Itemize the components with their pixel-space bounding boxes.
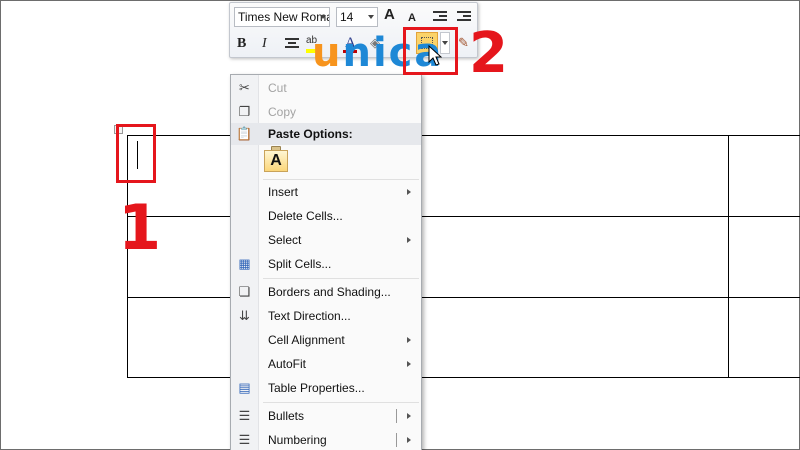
paste-keep-text-only-button[interactable]: A bbox=[264, 150, 288, 172]
chevron-down-icon bbox=[320, 15, 326, 19]
paste-options-header: 📋 Paste Options: bbox=[231, 123, 421, 145]
submenu-arrow-icon bbox=[407, 361, 411, 367]
submenu-arrow-icon bbox=[407, 237, 411, 243]
submenu-arrow-icon[interactable] bbox=[407, 437, 411, 443]
menu-separator bbox=[263, 278, 419, 279]
bullets-icon: ☰ bbox=[238, 408, 251, 423]
scissors-icon: ✂ bbox=[239, 80, 250, 95]
menu-item-label: Text Direction... bbox=[268, 309, 351, 323]
text-direction-icon: ⇊ bbox=[239, 308, 250, 323]
submenu-arrow-icon[interactable] bbox=[407, 413, 411, 419]
step1-highlight-box bbox=[116, 124, 156, 183]
chevron-down-icon bbox=[368, 15, 374, 19]
format-painter-icon[interactable]: ✎ bbox=[458, 34, 469, 52]
menu-item-cut[interactable]: ✂ Cut bbox=[231, 77, 421, 99]
logo-letter-u: u bbox=[312, 30, 343, 76]
submenu-arrow-icon bbox=[407, 189, 411, 195]
table-column-divider bbox=[728, 135, 729, 378]
menu-item-label: Borders and Shading... bbox=[268, 285, 391, 299]
menu-item-borders-shading[interactable]: ❏ Borders and Shading... bbox=[231, 281, 421, 303]
split-button-divider bbox=[396, 433, 397, 447]
menu-item-label: Numbering bbox=[268, 433, 327, 447]
mouse-pointer-icon bbox=[428, 45, 442, 66]
menu-item-table-properties[interactable]: ▤ Table Properties... bbox=[231, 377, 421, 399]
menu-item-select[interactable]: Select bbox=[231, 229, 421, 251]
table-cell-r3c1[interactable] bbox=[128, 298, 228, 377]
menu-separator bbox=[263, 402, 419, 403]
menu-item-insert[interactable]: Insert bbox=[231, 181, 421, 203]
menu-item-bullets[interactable]: ☰ Bullets bbox=[231, 405, 421, 427]
menu-item-delete-cells[interactable]: Delete Cells... bbox=[231, 205, 421, 227]
grow-font-button[interactable]: A bbox=[384, 6, 395, 24]
table-properties-icon: ▤ bbox=[238, 380, 251, 395]
menu-item-label: Cell Alignment bbox=[268, 333, 345, 347]
menu-item-label: Split Cells... bbox=[268, 257, 332, 271]
menu-item-label: Cut bbox=[268, 81, 287, 95]
font-size-value: 14 bbox=[340, 10, 354, 24]
font-size-select[interactable]: 14 bbox=[336, 7, 378, 27]
menu-item-label: Bullets bbox=[268, 409, 305, 423]
menu-item-numbering[interactable]: ☰ Numbering bbox=[231, 429, 421, 450]
menu-item-label: Insert bbox=[268, 185, 299, 199]
font-name-select[interactable]: Times New Roman bbox=[234, 7, 330, 27]
table-border-bottom bbox=[127, 377, 800, 378]
submenu-arrow-icon bbox=[407, 337, 411, 343]
menu-item-copy[interactable]: ❐ Copy bbox=[231, 101, 421, 123]
italic-button[interactable]: I bbox=[262, 35, 267, 53]
numbering-icon: ☰ bbox=[238, 432, 251, 447]
borders-shading-icon: ❏ bbox=[238, 284, 251, 299]
align-center-icon[interactable] bbox=[285, 38, 299, 50]
menu-item-cell-alignment[interactable]: Cell Alignment bbox=[231, 329, 421, 351]
step2-label: 2 bbox=[469, 21, 508, 86]
font-name-value: Times New Roman bbox=[238, 10, 330, 24]
split-button-divider bbox=[396, 409, 397, 423]
split-cells-icon: ▦ bbox=[238, 256, 251, 271]
paste-icon: 📋 bbox=[236, 126, 253, 141]
step1-label: 1 bbox=[118, 191, 162, 264]
context-menu: ✂ Cut ❐ Copy 📋 Paste Options: A Insert D… bbox=[230, 74, 422, 450]
menu-separator bbox=[263, 179, 419, 180]
menu-item-label: AutoFit bbox=[268, 357, 307, 371]
menu-item-text-direction[interactable]: ⇊ Text Direction... bbox=[231, 305, 421, 327]
copy-icon: ❐ bbox=[238, 104, 251, 119]
shrink-font-button[interactable]: A bbox=[408, 9, 416, 27]
menu-item-label: Paste Options: bbox=[268, 127, 353, 141]
menu-item-label: Select bbox=[268, 233, 302, 247]
menu-item-label: Table Properties... bbox=[268, 381, 365, 395]
menu-item-autofit[interactable]: AutoFit bbox=[231, 353, 421, 375]
menu-item-split-cells[interactable]: ▦ Split Cells... bbox=[231, 253, 421, 275]
menu-item-label: Delete Cells... bbox=[268, 209, 343, 223]
bold-button[interactable]: B bbox=[237, 35, 246, 53]
menu-item-label: Copy bbox=[268, 105, 297, 119]
decrease-indent-icon[interactable] bbox=[433, 11, 447, 23]
